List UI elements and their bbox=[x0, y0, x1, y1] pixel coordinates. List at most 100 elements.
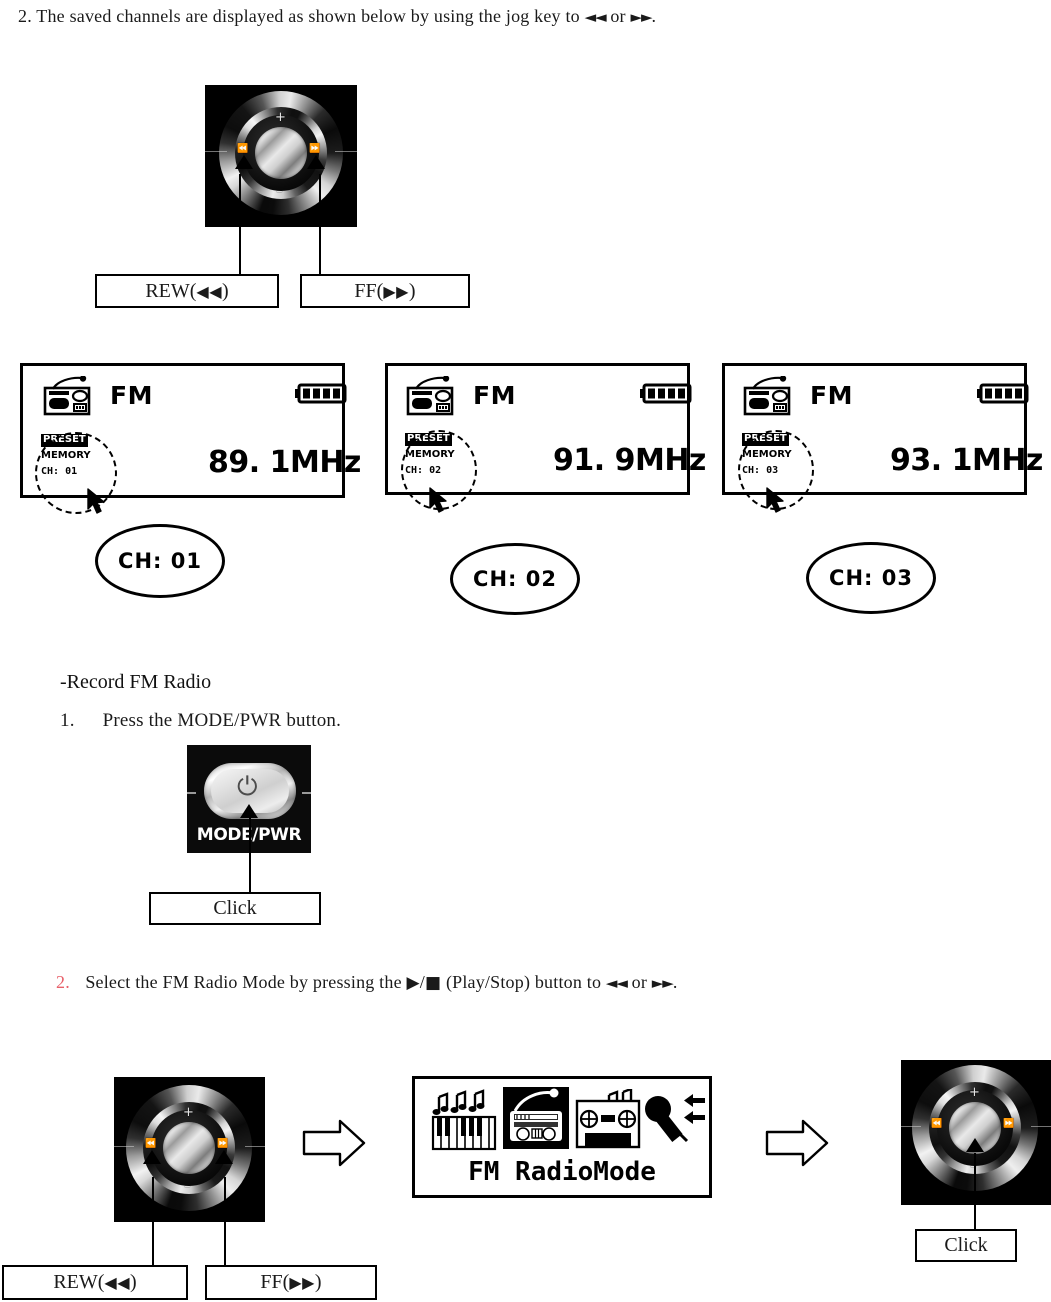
radio-icon bbox=[741, 375, 797, 421]
ff-symbol-icon: ►► bbox=[651, 974, 674, 992]
leader-line-click-bottom-right bbox=[974, 1153, 976, 1230]
lcd-frequency-2: 91. 9MHz bbox=[553, 443, 706, 478]
record-step-1: 1. Press the MODE/PWR button. bbox=[60, 710, 341, 732]
callout-rew-top: REW(◀◀) bbox=[95, 274, 279, 308]
jog-rew-pointer-arrow bbox=[235, 155, 253, 169]
jog-dial-seam-right bbox=[1031, 1126, 1051, 1127]
jog-ff-glyph-icon: ⏩ bbox=[217, 1139, 229, 1149]
channel-callout-ellipse-3: CH: 03 bbox=[806, 542, 936, 614]
callout-ff-top-close: ) bbox=[408, 279, 416, 302]
jog-dial-seam-left bbox=[205, 151, 227, 152]
callout-click-jog-bottom: Click bbox=[915, 1229, 1017, 1262]
lcd-mode-label-3: FM bbox=[810, 381, 853, 410]
jog-volume-up-label: + bbox=[275, 110, 286, 125]
jog-rew-glyph-icon: ⏪ bbox=[237, 144, 249, 154]
callout-rew-top-label: REW( bbox=[145, 279, 197, 302]
music-piano-icon bbox=[431, 1089, 497, 1156]
record-step-2-period: . bbox=[672, 972, 678, 992]
callout-rew-bottom-close: ) bbox=[130, 1271, 137, 1293]
callout-click-mode-pwr: Click bbox=[149, 892, 321, 925]
jog-ff-glyph-icon: ⏩ bbox=[1003, 1119, 1015, 1129]
channel-callout-ellipse-2: CH: 02 bbox=[450, 543, 580, 615]
jog-dial-top[interactable]: + – ⏪ ⏩ bbox=[205, 85, 357, 227]
lcd-mode-label-1: FM bbox=[110, 381, 153, 410]
flow-arrow-1-icon bbox=[302, 1118, 366, 1173]
step-2-top-period: . bbox=[651, 6, 657, 26]
step-2-top-or: or bbox=[610, 6, 626, 26]
cursor-pointer-icon-1 bbox=[86, 487, 110, 522]
fm-radio-mode-label: FM RadioMode bbox=[468, 1157, 656, 1187]
callout-rew-bottom: REW(◀◀) bbox=[2, 1265, 188, 1300]
rew-arrows-icon: ◀◀ bbox=[196, 281, 223, 301]
radio-icon bbox=[404, 375, 460, 421]
jog-dial-center-button[interactable] bbox=[163, 1122, 215, 1174]
cassette-icon bbox=[575, 1087, 641, 1156]
cursor-pointer-icon-3 bbox=[765, 486, 789, 521]
jog-volume-down-label: – bbox=[276, 184, 283, 199]
lcd-mode-label-2: FM bbox=[473, 381, 516, 410]
callout-rew-bottom-label: REW( bbox=[53, 1271, 105, 1293]
jog-dial-seam-left bbox=[114, 1146, 134, 1147]
jog-rew-glyph-icon: ⏪ bbox=[931, 1119, 943, 1129]
callout-ff-top-label: FF( bbox=[354, 279, 384, 302]
record-step-2-or: or bbox=[631, 972, 648, 992]
jog-dial-bottom-left[interactable]: + – ⏪ ⏩ bbox=[114, 1077, 265, 1222]
step-2-top-instruction: 2. The saved channels are displayed as s… bbox=[18, 6, 656, 27]
record-step-2-number: 2. bbox=[56, 972, 70, 992]
jog-volume-up-label: + bbox=[969, 1085, 980, 1100]
leader-line-ff-top bbox=[319, 174, 321, 276]
step-2-top-text: The saved channels are displayed as show… bbox=[36, 6, 580, 26]
play-symbol-icon: ▶ bbox=[406, 973, 420, 993]
lcd-frequency-1: 89. 1MHz bbox=[208, 445, 361, 480]
jog-center-pointer-arrow bbox=[966, 1138, 984, 1152]
jog-ff-pointer-arrow bbox=[215, 1150, 233, 1164]
lcd-frequency-3: 93. 1MHz bbox=[890, 443, 1043, 478]
rew-arrows-icon: ◀◀ bbox=[104, 1273, 131, 1292]
record-step-2-text-b: (Play/Stop) button to bbox=[445, 972, 602, 992]
ff-arrows-icon: ▶▶ bbox=[289, 1273, 315, 1292]
cursor-pointer-icon-2 bbox=[428, 486, 452, 521]
record-fm-radio-heading: -Record FM Radio bbox=[60, 671, 212, 693]
battery-full-icon bbox=[295, 382, 351, 411]
record-step-1-number: 1. bbox=[60, 710, 75, 731]
jog-volume-up-label: + bbox=[183, 1105, 194, 1120]
callout-rew-top-close: ) bbox=[222, 279, 229, 302]
record-step-2: 2. Select the FM Radio Mode by pressing … bbox=[56, 972, 678, 993]
radio-icon-selected bbox=[503, 1087, 569, 1154]
microphone-icon bbox=[643, 1091, 709, 1154]
callout-ff-bottom-close: ) bbox=[314, 1271, 322, 1293]
jog-rew-pointer-arrow bbox=[143, 1150, 161, 1164]
jog-dial-seam-right bbox=[335, 151, 357, 152]
leader-line-mode-pwr-click bbox=[249, 817, 251, 893]
callout-ff-bottom-label: FF( bbox=[260, 1271, 290, 1293]
battery-full-icon bbox=[977, 382, 1033, 411]
ff-arrows-icon: ▶▶ bbox=[383, 281, 409, 301]
jog-dial-center-button[interactable] bbox=[255, 127, 307, 179]
step-2-top-number: 2. bbox=[18, 6, 32, 26]
mode-pwr-tick-right bbox=[302, 792, 311, 794]
jog-volume-down-label: – bbox=[184, 1179, 191, 1194]
power-icon: ⏻ bbox=[237, 772, 258, 802]
callout-ff-bottom: FF(▶▶) bbox=[205, 1265, 377, 1300]
mode-pwr-pointer-arrow bbox=[240, 804, 258, 818]
leader-line-rew-top bbox=[239, 174, 241, 276]
stop-symbol-icon: ■ bbox=[424, 973, 442, 993]
leader-line-ff-bottom bbox=[224, 1177, 226, 1267]
flow-arrow-2-icon bbox=[765, 1118, 829, 1173]
fm-radio-mode-panel: FM RadioMode bbox=[412, 1076, 712, 1198]
leader-line-rew-bottom bbox=[152, 1177, 154, 1267]
jog-ff-glyph-icon: ⏩ bbox=[309, 144, 321, 154]
mode-pwr-tick-left bbox=[187, 792, 196, 794]
jog-dial-bottom-right[interactable]: + – ⏪ ⏩ bbox=[901, 1060, 1051, 1205]
radio-icon bbox=[41, 375, 97, 421]
jog-dial-seam-left bbox=[901, 1126, 921, 1127]
jog-ff-pointer-arrow bbox=[307, 155, 325, 169]
record-step-1-text: Press the MODE/PWR button. bbox=[102, 710, 342, 731]
jog-dial-seam-right bbox=[245, 1146, 265, 1147]
jog-rew-glyph-icon: ⏪ bbox=[145, 1139, 157, 1149]
channel-callout-ellipse-1: CH: 01 bbox=[95, 524, 225, 598]
battery-full-icon bbox=[640, 382, 696, 411]
rew-symbol-icon: ◄◄ bbox=[584, 8, 607, 26]
ff-symbol-icon: ►► bbox=[630, 8, 652, 26]
callout-ff-top: FF(▶▶) bbox=[300, 274, 470, 308]
